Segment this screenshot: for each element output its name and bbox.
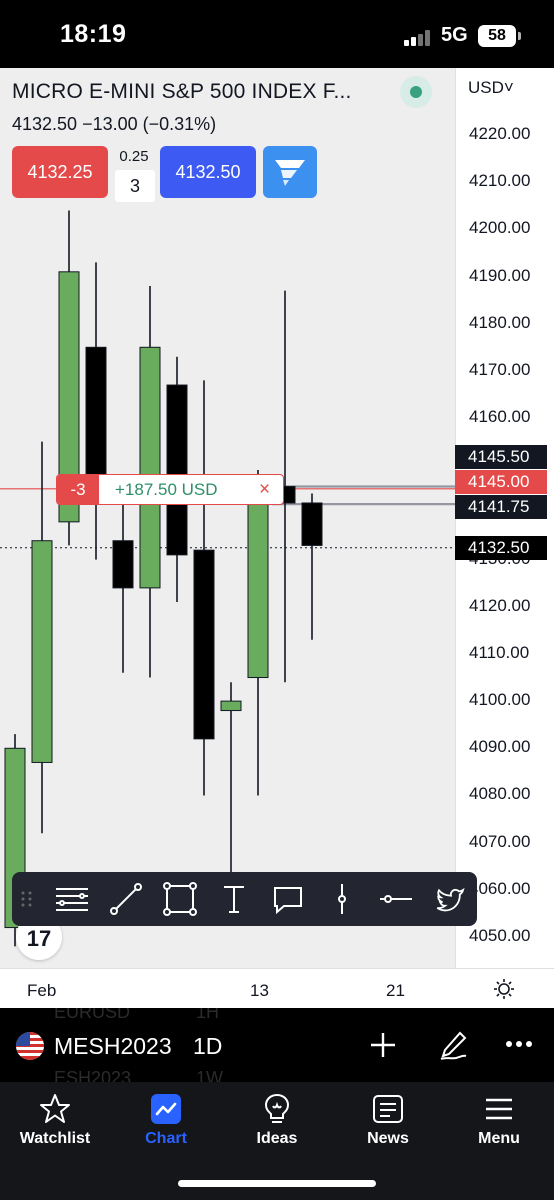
tab-chart[interactable]: Chart (111, 1090, 221, 1154)
price-axis-label: 4160.00 (469, 407, 531, 427)
sell-button[interactable]: 4132.25 (12, 146, 108, 198)
network-label: 5G (441, 24, 468, 46)
tab-label: Chart (145, 1130, 187, 1147)
currency-selector[interactable]: USD˅ (468, 78, 514, 98)
tab-menu[interactable]: Menu (444, 1090, 554, 1154)
candle-body (301, 502, 323, 546)
market-open-indicator[interactable] (400, 76, 432, 108)
date-label-21: 21 (386, 981, 405, 1000)
candlestick-chart[interactable] (0, 68, 455, 1008)
price-axis-label: 4120.00 (469, 595, 531, 615)
hamburger-icon (486, 1098, 512, 1120)
position-pnl: +187.50 USD (115, 480, 218, 499)
broker-logo-button[interactable] (263, 146, 317, 198)
callout-icon[interactable] (268, 879, 308, 919)
price-axis-label: 4070.00 (469, 831, 531, 851)
candle-body (220, 700, 242, 712)
price-change: 4132.50 −13.00 (−0.31%) (12, 114, 217, 134)
tab-ideas[interactable]: Ideas (222, 1090, 332, 1154)
date-label-feb: Feb (27, 981, 57, 1000)
tab-label: Ideas (256, 1130, 298, 1147)
candle-body (193, 549, 215, 740)
more-icon[interactable] (504, 1034, 534, 1054)
vertical-line-icon[interactable] (322, 879, 362, 919)
us-flag-icon (16, 1032, 44, 1060)
position-line-label[interactable]: -3 +187.50 USD × (56, 474, 284, 505)
drag-handle-icon[interactable] (20, 890, 34, 908)
horizontal-line-icon[interactable] (376, 879, 416, 919)
tab-label: Menu (478, 1130, 520, 1147)
close-position-button[interactable]: × (259, 475, 270, 504)
candle-body (85, 346, 107, 476)
symbol-selector[interactable]: MESH2023 (54, 1033, 171, 1060)
chart-area[interactable]: MICRO E-MINI S&P 500 INDEX F... 4132.50 … (0, 68, 554, 1008)
ghost-next-symbol: ESH2023 (54, 1068, 132, 1082)
price-tag-low: 4141.75 (455, 495, 547, 519)
rectangle-icon[interactable] (160, 879, 200, 919)
price-axis-label: 4060.00 (469, 878, 531, 898)
news-icon (373, 1095, 403, 1123)
fib-retracement-icon[interactable] (52, 879, 92, 919)
gear-icon[interactable] (492, 977, 516, 1001)
price-axis-label: 4110.00 (469, 642, 530, 662)
pen-icon[interactable] (436, 1028, 470, 1062)
tab-watchlist[interactable]: Watchlist (0, 1090, 110, 1154)
twitter-share-icon[interactable] (430, 879, 470, 919)
spread-value: 0.25 (119, 148, 149, 165)
price-axis-label: 4180.00 (469, 312, 531, 332)
price-tag-high: 4145.50 (455, 445, 547, 469)
spread-quantity: 0.25 3 (113, 146, 155, 202)
ghost-prev-symbol: EURUSD (54, 1008, 131, 1022)
tab-label: Watchlist (19, 1130, 91, 1147)
broker-icon (275, 160, 305, 186)
chart-icon (151, 1094, 181, 1124)
buy-button[interactable]: 4132.50 (160, 146, 256, 198)
symbol-bar: EURUSD 1H MESH2023 1D ESH2023 1W (0, 1008, 554, 1082)
home-indicator (178, 1180, 376, 1187)
star-icon (40, 1094, 70, 1123)
price-axis-label: 4080.00 (469, 784, 531, 804)
trend-line-icon[interactable] (106, 879, 146, 919)
price-axis-label: 4200.00 (469, 218, 531, 238)
price-axis-label: 4170.00 (469, 359, 531, 379)
candle-body (139, 346, 161, 589)
price-axis-label: 4220.00 (469, 124, 531, 143)
interval-selector[interactable]: 1D (193, 1033, 222, 1060)
price-tag-last: 4132.50 (455, 536, 547, 560)
candle-body (31, 540, 53, 763)
drawing-toolbar (12, 872, 477, 926)
status-bar: 18:19 5G 58 (0, 0, 554, 68)
add-icon[interactable] (368, 1030, 398, 1060)
lightbulb-icon (264, 1093, 290, 1123)
candle-body (112, 540, 134, 589)
signal-icon (404, 30, 434, 46)
price-axis-label: 4050.00 (469, 926, 531, 945)
ghost-prev-interval: 1H (196, 1008, 220, 1022)
price-tag-entry: 4145.00 (455, 470, 547, 494)
ghost-next-interval: 1W (196, 1068, 223, 1082)
price-axis-label: 4210.00 (469, 171, 531, 191)
date-axis[interactable]: Feb 13 21 (0, 968, 554, 1008)
candle-body (166, 384, 188, 556)
tab-label: News (367, 1130, 409, 1147)
battery-icon: 58 (478, 25, 521, 47)
status-time: 18:19 (60, 20, 127, 48)
price-axis-label: 4190.00 (469, 265, 531, 285)
date-label-13: 13 (250, 981, 269, 1000)
price-axis-label: 4090.00 (469, 737, 531, 757)
text-tool-icon[interactable] (214, 879, 254, 919)
position-quantity: -3 (57, 475, 99, 504)
quantity-field[interactable]: 3 (115, 170, 155, 202)
tab-news[interactable]: News (333, 1090, 443, 1154)
candle-body (247, 502, 269, 679)
price-axis-label: 4100.00 (469, 690, 531, 710)
symbol-title[interactable]: MICRO E-MINI S&P 500 INDEX F... (12, 80, 352, 104)
